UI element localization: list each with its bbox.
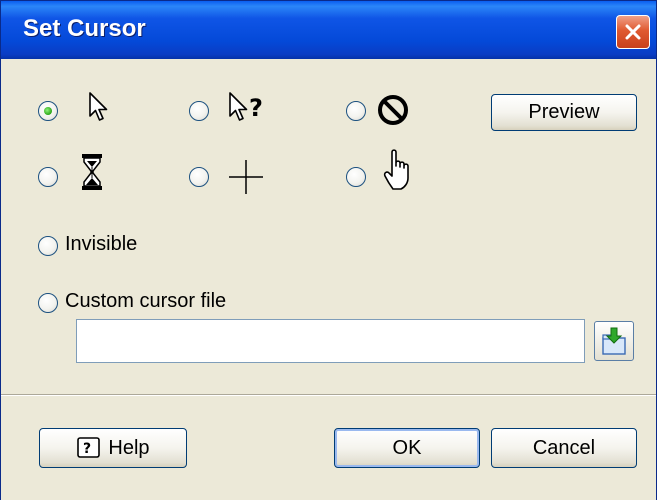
cursor-radio-not-allowed[interactable] [346, 101, 366, 121]
ok-button-label: OK [392, 436, 422, 459]
folder-download-icon [602, 327, 626, 355]
window-title: Set Cursor [23, 15, 146, 42]
cancel-button[interactable]: Cancel [491, 428, 637, 468]
not-allowed-cursor-icon [378, 95, 408, 125]
hand-cursor-icon [383, 149, 409, 190]
svg-text:?: ? [249, 94, 263, 122]
cursor-radio-help[interactable] [189, 101, 209, 121]
help-button-label: Help [108, 436, 150, 459]
cursor-radio-hand[interactable] [346, 167, 366, 187]
cursor-radio-hourglass[interactable] [38, 167, 58, 187]
ok-button[interactable]: OK [334, 428, 480, 468]
set-cursor-dialog: Set Cursor ? Preview Invisible Custom cu… [0, 0, 657, 500]
preview-button-label: Preview [528, 101, 600, 123]
cancel-button-label: Cancel [532, 436, 596, 459]
title-bar: Set Cursor [1, 1, 656, 59]
help-cursor-icon: ? [229, 92, 263, 122]
cursor-radio-crosshair[interactable] [189, 167, 209, 187]
cursor-radio-arrow[interactable] [38, 101, 58, 121]
custom-cursor-file-label: Custom cursor file [65, 290, 227, 312]
help-button[interactable]: ? Help [39, 428, 187, 468]
svg-text:?: ? [83, 441, 91, 457]
arrow-cursor-icon [89, 92, 108, 121]
custom-cursor-file-input[interactable] [76, 319, 585, 363]
close-icon [625, 24, 641, 40]
cursor-radio-invisible[interactable] [38, 236, 58, 256]
separator [1, 394, 656, 396]
hourglass-cursor-icon [82, 154, 102, 190]
crosshair-cursor-icon [229, 160, 263, 194]
cursor-radio-custom[interactable] [38, 293, 58, 313]
preview-button[interactable]: Preview [491, 94, 637, 131]
invisible-label: Invisible [65, 233, 138, 255]
help-book-icon: ? [77, 437, 101, 458]
browse-file-button[interactable] [594, 321, 634, 361]
close-button[interactable] [616, 15, 650, 49]
